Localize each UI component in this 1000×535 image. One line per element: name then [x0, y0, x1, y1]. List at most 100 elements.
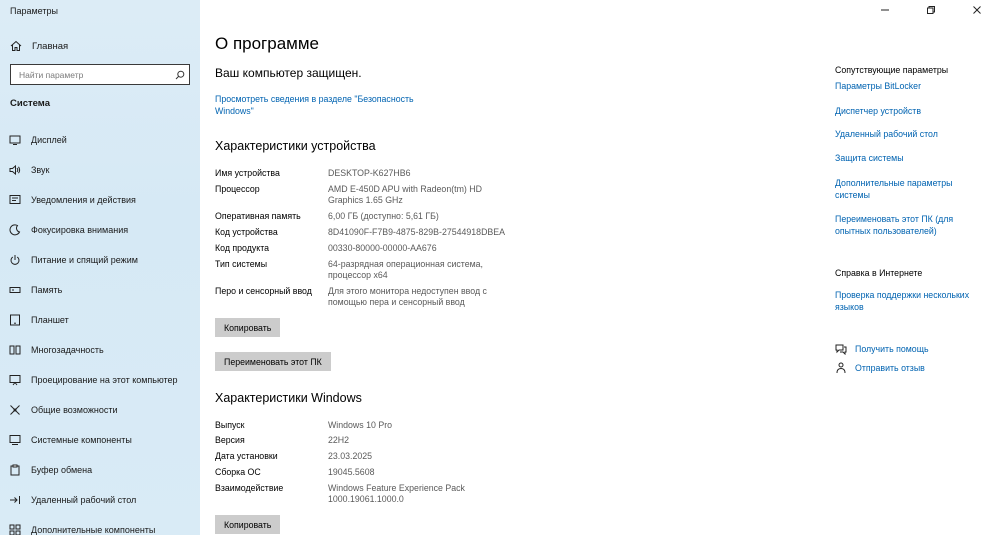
restore-button[interactable]	[908, 0, 954, 20]
get-help-label: Получить помощь	[855, 344, 929, 354]
sidebar-item-projecting[interactable]: Проецирование на этот компьютер	[0, 365, 200, 395]
spec-row-device-id: Код устройства 8D41090F-F7B9-4875-829B-2…	[215, 227, 528, 238]
sidebar-item-remote-desktop[interactable]: Удаленный рабочий стол	[0, 485, 200, 515]
projecting-icon	[9, 374, 21, 386]
device-manager-link[interactable]: Диспетчер устройств	[835, 106, 970, 118]
sidebar-item-clipboard[interactable]: Буфер обмена	[0, 455, 200, 485]
sidebar-item-system-components[interactable]: Системные компоненты	[0, 425, 200, 455]
spec-key: Выпуск	[215, 420, 245, 430]
spec-row-processor: Процессор AMD E-450D APU with Radeon(tm)…	[215, 184, 498, 206]
close-button[interactable]	[954, 0, 1000, 20]
sidebar-item-label: Память	[31, 285, 63, 295]
sidebar-item-tablet[interactable]: Планшет	[0, 305, 200, 335]
security-details-link[interactable]: Просмотреть сведения в разделе "Безопасн…	[215, 94, 445, 117]
sidebar-item-label: Фокусировка внимания	[31, 225, 129, 235]
display-icon	[9, 134, 21, 146]
sidebar-item-label: Дисплей	[31, 135, 67, 145]
sidebar-nav: Дисплей Звук Уведомления и действия Фоку…	[0, 125, 200, 535]
language-support-link[interactable]: Проверка поддержки нескольких языков	[835, 290, 970, 313]
spec-key: Сборка ОС	[215, 467, 261, 477]
spec-key: Версия	[215, 435, 245, 445]
sidebar: Параметры Главная Система Дисплей Звук У…	[0, 0, 200, 535]
spec-value: Windows 10 Pro	[328, 420, 393, 430]
minimize-icon	[880, 5, 890, 15]
sidebar-item-storage[interactable]: Память	[0, 275, 200, 305]
spec-value: 19045.5608	[328, 467, 375, 477]
sidebar-item-label: Буфер обмена	[31, 465, 93, 475]
sidebar-item-focus-assist[interactable]: Фокусировка внимания	[0, 215, 200, 245]
spec-value: 22H2	[328, 435, 350, 445]
device-specs-heading: Характеристики устройства	[215, 139, 376, 153]
home-icon	[10, 40, 22, 52]
sidebar-item-label: Уведомления и действия	[31, 195, 136, 205]
spec-value: 23.03.2025	[328, 451, 373, 461]
copy-device-specs-button[interactable]: Копировать	[215, 318, 281, 337]
restore-icon	[926, 5, 936, 15]
feedback-icon	[835, 362, 847, 374]
focus-assist-icon	[9, 224, 21, 236]
home-label: Главная	[32, 40, 69, 52]
spec-key: Код устройства	[215, 227, 278, 237]
window-controls	[862, 0, 1000, 20]
rename-pc-button[interactable]: Переименовать этот ПК	[215, 352, 331, 371]
spec-row-install-date: Дата установки 23.03.2025	[215, 451, 498, 462]
spec-key: Процессор	[215, 184, 260, 194]
spec-row-experience: Взаимодействие Windows Feature Experienc…	[215, 483, 478, 505]
remote-desktop-icon	[9, 494, 21, 506]
help-chat-icon	[835, 343, 847, 355]
search-icon[interactable]	[171, 70, 189, 80]
shared-experiences-icon	[9, 404, 21, 416]
search-box[interactable]	[10, 64, 190, 85]
spec-key: Имя устройства	[215, 168, 280, 178]
sidebar-item-shared-experiences[interactable]: Общие возможности	[0, 395, 200, 425]
search-input[interactable]	[11, 65, 171, 84]
multitasking-icon	[9, 344, 21, 356]
spec-value: AMD E-450D APU with Radeon(tm) HD Graphi…	[328, 184, 482, 205]
power-icon	[9, 254, 21, 266]
sidebar-item-multitasking[interactable]: Многозадачность	[0, 335, 200, 365]
system-components-icon	[9, 434, 21, 446]
sidebar-item-notifications[interactable]: Уведомления и действия	[0, 185, 200, 215]
spec-value: Для этого монитора недоступен ввод с пом…	[328, 286, 487, 307]
get-help-link[interactable]: Получить помощь	[835, 343, 929, 355]
spec-key: Тип системы	[215, 259, 268, 269]
minimize-button[interactable]	[862, 0, 908, 20]
spec-row-os-build: Сборка ОС 19045.5608	[215, 467, 498, 478]
optional-features-icon	[9, 524, 21, 535]
advanced-system-settings-link[interactable]: Дополнительные параметры системы	[835, 178, 970, 201]
sidebar-item-label: Общие возможности	[31, 405, 118, 415]
spec-row-device-name: Имя устройства DESKTOP-K627HB6	[215, 168, 498, 179]
page-title: О программе	[215, 34, 320, 53]
spec-key: Дата установки	[215, 451, 278, 461]
bitlocker-settings-link[interactable]: Параметры BitLocker	[835, 81, 970, 93]
sidebar-item-sound[interactable]: Звук	[0, 155, 200, 185]
sidebar-item-label: Удаленный рабочий стол	[31, 495, 137, 505]
copy-windows-specs-button[interactable]: Копировать	[215, 515, 281, 534]
spec-key: Перо и сенсорный ввод	[215, 286, 312, 296]
sidebar-item-display[interactable]: Дисплей	[0, 125, 200, 155]
spec-row-version: Версия 22H2	[215, 435, 498, 446]
rename-pc-advanced-link[interactable]: Переименовать этот ПК (для опытных польз…	[835, 214, 970, 237]
section-label-system: Система	[10, 98, 50, 109]
spec-row-product-id: Код продукта 00330-80000-00000-AA676	[215, 243, 498, 254]
send-feedback-label: Отправить отзыв	[855, 363, 925, 373]
sidebar-item-power[interactable]: Питание и спящий режим	[0, 245, 200, 275]
spec-row-system-type: Тип системы 64-разрядная операционная си…	[215, 259, 498, 281]
spec-key: Код продукта	[215, 243, 270, 253]
related-settings-heading: Сопутствующие параметры	[835, 65, 949, 75]
clipboard-icon	[9, 464, 21, 476]
system-protection-link[interactable]: Защита системы	[835, 153, 970, 165]
windows-specs-heading: Характеристики Windows	[215, 391, 362, 405]
home-nav-item[interactable]: Главная	[10, 38, 68, 54]
send-feedback-link[interactable]: Отправить отзыв	[835, 362, 925, 374]
app-title: Параметры	[10, 6, 58, 16]
spec-value: 8D41090F-F7B9-4875-829B-27544918DBEA	[328, 227, 506, 237]
notifications-icon	[9, 194, 21, 206]
sidebar-item-label: Планшет	[31, 315, 69, 325]
remote-desktop-link[interactable]: Удаленный рабочий стол	[835, 129, 970, 141]
sidebar-item-label: Проецирование на этот компьютер	[31, 375, 178, 385]
sound-icon	[9, 164, 21, 176]
spec-row-ram: Оперативная память 6,00 ГБ (доступно: 5,…	[215, 211, 498, 222]
sidebar-item-label: Звук	[31, 165, 50, 175]
sidebar-item-optional-features[interactable]: Дополнительные компоненты	[0, 515, 200, 535]
